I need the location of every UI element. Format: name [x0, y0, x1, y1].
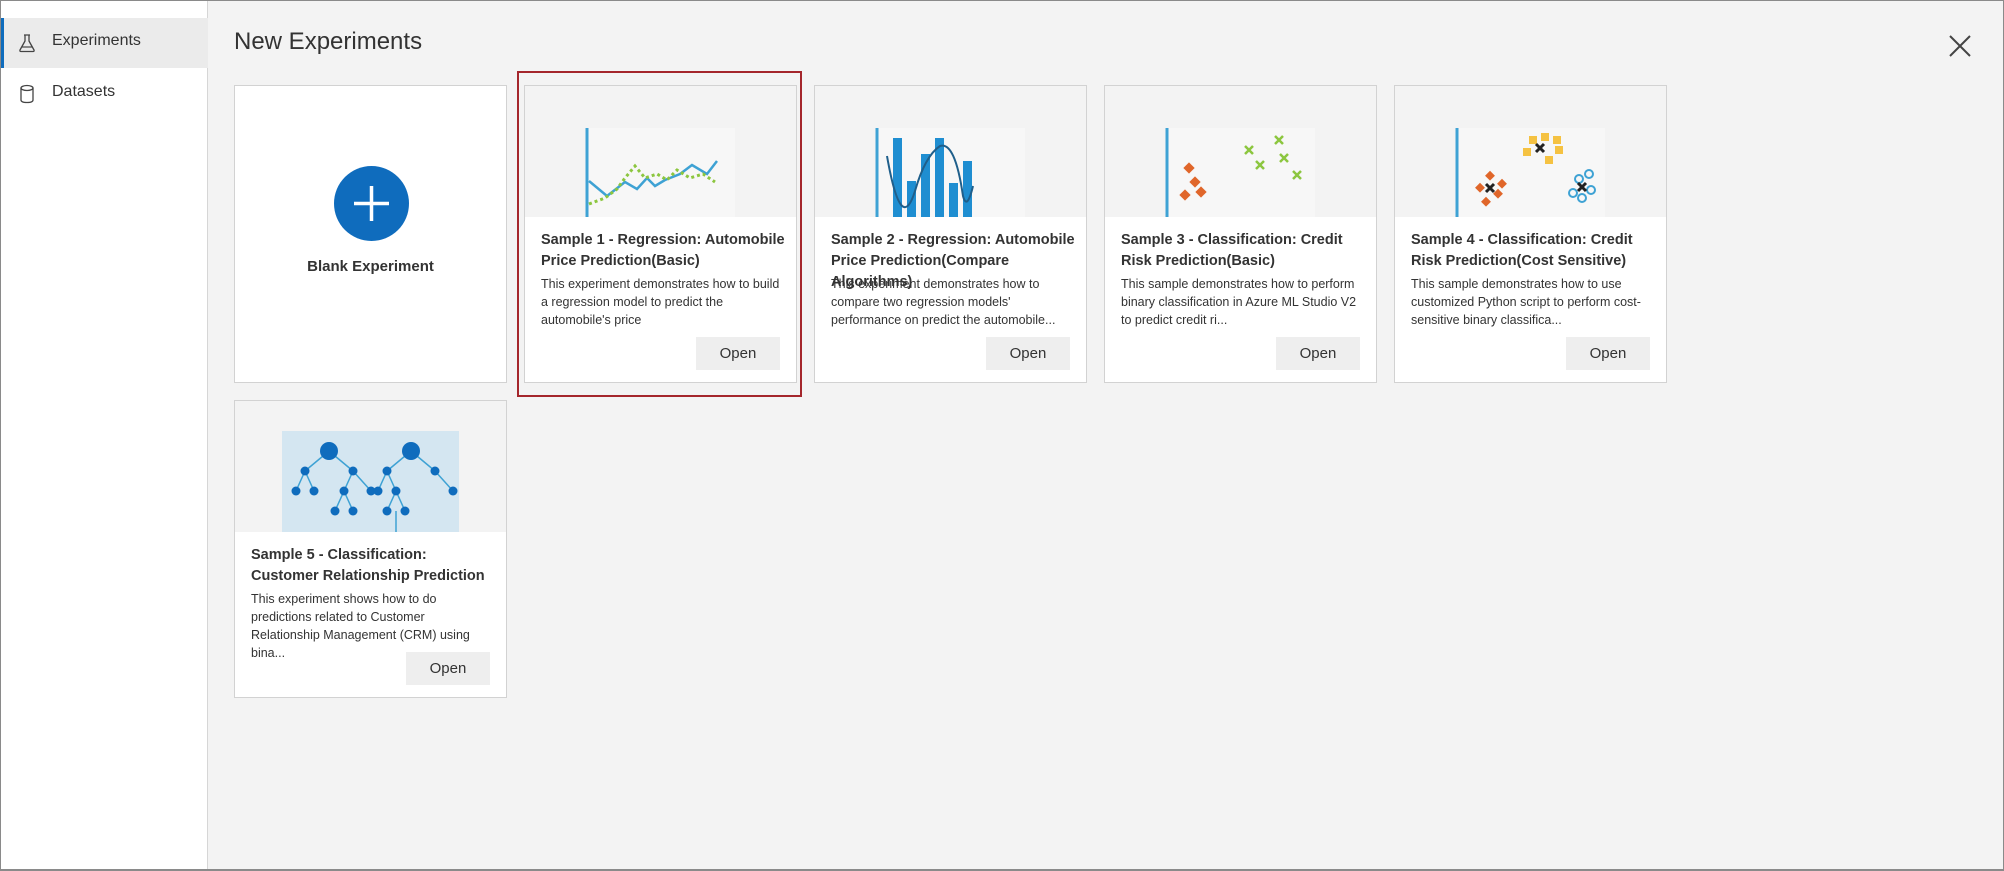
sidebar: Experiments Datasets — [1, 1, 208, 869]
sidebar-item-label: Datasets — [52, 83, 116, 100]
page-title: New Experiments — [234, 28, 423, 55]
sample-description: This sample demonstrates how to use cust… — [1411, 277, 1641, 327]
open-button[interactable]: Open — [1566, 337, 1650, 370]
sidebar-item-experiments[interactable]: Experiments — [1, 18, 208, 68]
open-button[interactable]: Open — [406, 652, 490, 685]
add-experiment-button[interactable] — [334, 166, 409, 241]
close-button[interactable] — [1944, 30, 1976, 62]
sample-card-4[interactable]: Sample 4 - Classification: Credit Risk P… — [1394, 85, 1667, 383]
cluster-scatter-icon — [1455, 128, 1605, 217]
plus-icon — [354, 186, 389, 221]
sample-thumbnail — [815, 86, 1086, 217]
sample-thumbnail — [525, 86, 796, 217]
sample-thumbnail — [235, 401, 506, 532]
sidebar-item-datasets[interactable]: Datasets — [1, 69, 208, 119]
sample-thumbnail — [1395, 86, 1666, 217]
sidebar-item-label: Experiments — [52, 32, 141, 49]
sample-title: Sample 4 - Classification: Credit Risk P… — [1411, 232, 1633, 269]
classification-scatter-icon — [1165, 128, 1315, 217]
decision-tree-icon — [282, 431, 459, 532]
sample-thumbnail — [1105, 86, 1376, 217]
sample-card-1[interactable]: Sample 1 - Regression: Automobile Price … — [524, 85, 797, 383]
sample-description: This sample demonstrates how to perform … — [1121, 277, 1357, 327]
close-icon — [1949, 35, 1971, 57]
sample-description: This experiment demonstrates how to buil… — [541, 277, 780, 327]
sample-description: This experiment demonstrates how to comp… — [831, 277, 1056, 327]
bar-chart-icon — [875, 128, 1025, 217]
open-button[interactable]: Open — [696, 337, 780, 370]
sample-card-2[interactable]: Sample 2 - Regression: Automobile Price … — [814, 85, 1087, 383]
sample-title: Sample 3 - Classification: Credit Risk P… — [1121, 232, 1343, 269]
sample-title: Sample 5 - Classification: Customer Rela… — [251, 547, 485, 584]
sample-card-3[interactable]: Sample 3 - Classification: Credit Risk P… — [1104, 85, 1377, 383]
sample-card-5[interactable]: Sample 5 - Classification: Customer Rela… — [234, 400, 507, 698]
blank-experiment-label: Blank Experiment — [307, 258, 434, 275]
open-button[interactable]: Open — [986, 337, 1070, 370]
blank-experiment-card[interactable]: Blank Experiment — [234, 85, 507, 383]
beaker-icon — [19, 34, 35, 53]
open-button[interactable]: Open — [1276, 337, 1360, 370]
database-icon — [20, 84, 34, 104]
sample-title: Sample 1 - Regression: Automobile Price … — [541, 232, 785, 269]
regression-chart-icon — [585, 128, 735, 217]
